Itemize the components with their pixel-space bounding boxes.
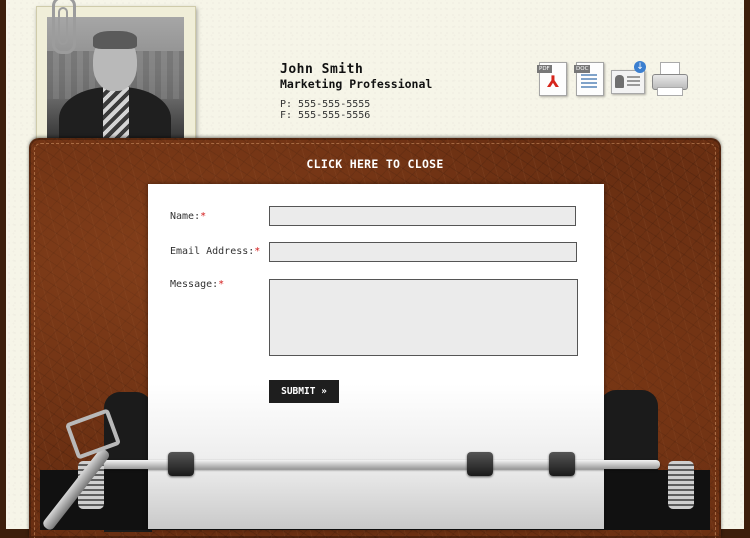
submit-button[interactable]: SUBMIT » [269, 380, 339, 403]
name-label: Name:* [170, 211, 207, 222]
name-field[interactable] [269, 206, 576, 226]
profile-info: John Smith Marketing Professional P: 555… [280, 62, 432, 121]
platen-knob-right [668, 461, 694, 509]
doc-icon: DOC [574, 62, 604, 96]
printer-icon [651, 60, 688, 96]
message-field[interactable] [269, 279, 578, 356]
required-marker: * [200, 211, 207, 222]
pdf-download-button[interactable]: PDF ⅄ [535, 60, 569, 96]
pdf-icon: PDF ⅄ [537, 62, 567, 96]
required-marker: * [218, 279, 225, 290]
email-label: Email Address:* [170, 246, 261, 257]
paper-clip-right [549, 452, 575, 476]
doc-download-button[interactable]: DOC [572, 60, 606, 96]
paper-clip-left [168, 452, 194, 476]
typewriter-paper [148, 184, 604, 529]
profile-name: John Smith [280, 62, 364, 77]
paperclip-icon [52, 0, 76, 54]
vcard-download-button[interactable]: ↓ [611, 60, 646, 96]
phone-number: P: 555-555-5555 [280, 99, 371, 110]
email-field[interactable] [269, 242, 577, 262]
message-label: Message:* [170, 279, 225, 290]
profile-title: Marketing Professional [280, 77, 433, 91]
required-marker: * [254, 246, 261, 257]
print-button[interactable] [651, 60, 688, 96]
fax-number: F: 555-555-5556 [280, 110, 371, 121]
paper-clip-middle [467, 452, 493, 476]
contact-info: P: 555-555-5555 F: 555-555-5556 [280, 99, 432, 121]
close-modal-link[interactable]: CLICK HERE TO CLOSE [0, 157, 750, 171]
vcard-icon: ↓ [611, 61, 646, 94]
